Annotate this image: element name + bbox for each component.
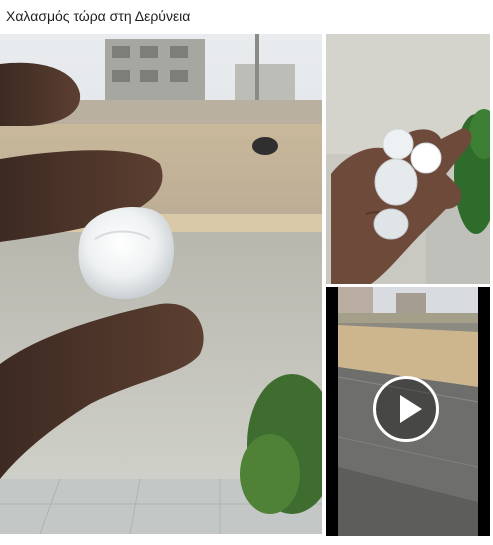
post-header: Χαλασμός τώρα στη Δερύνεια [0, 0, 493, 32]
hailstones-palm-image [326, 34, 490, 284]
photo-hailstones-palm[interactable] [326, 34, 490, 284]
photo-main-hailstone[interactable] [0, 34, 322, 534]
play-icon[interactable] [373, 376, 439, 442]
hailstone-fingers-image [0, 34, 322, 534]
play-triangle [400, 395, 422, 423]
post-text: Χαλασμός τώρα στη Δερύνεια [6, 8, 191, 24]
